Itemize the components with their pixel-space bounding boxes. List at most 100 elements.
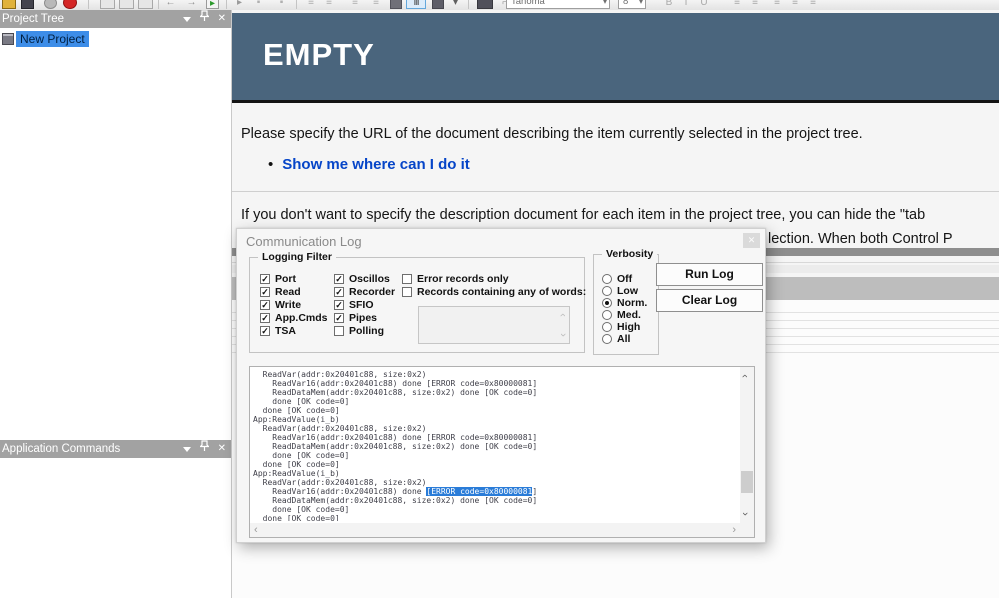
scroll-up-icon[interactable]: › [740, 374, 750, 378]
show-me-link[interactable]: Show me where can I do it [282, 156, 470, 173]
checkbox-box[interactable]: ✓ [260, 313, 270, 323]
bold-button[interactable]: B [663, 0, 675, 9]
underline-button[interactable]: U [698, 0, 710, 9]
window-layout-icon-2[interactable] [119, 0, 134, 9]
scroll-down-icon[interactable]: › [740, 512, 750, 516]
run-export-icon[interactable]: ▸ [206, 0, 219, 9]
grid-view-icon[interactable] [390, 0, 402, 9]
pointer-icon[interactable]: ▸ [233, 0, 246, 9]
radio-off[interactable]: Off [602, 273, 647, 285]
log-line: App:ReadValue(i_b) [253, 469, 738, 478]
radio-med[interactable]: Med. [602, 309, 647, 321]
vertical-scrollbar[interactable]: › › [740, 367, 754, 523]
align-center-icon[interactable]: ≡ [788, 0, 802, 9]
clear-log-button[interactable]: Clear Log [656, 289, 763, 312]
checkbox-box[interactable]: ✓ [260, 287, 270, 297]
tree-item-new-project[interactable]: New Project [2, 31, 230, 47]
number-list-icon[interactable]: ≡ [748, 0, 762, 9]
window-layout-icon-1[interactable] [100, 0, 115, 9]
scroll-right-icon[interactable]: › [732, 524, 736, 537]
radio-button[interactable] [602, 322, 612, 332]
radio-norm[interactable]: Norm. [602, 297, 647, 309]
scroll-down-icon[interactable]: › [558, 333, 568, 337]
checkbox-box[interactable] [402, 287, 412, 297]
pin-icon[interactable] [200, 440, 209, 458]
signal-tool-icon-2[interactable]: ≡ [322, 0, 336, 9]
log-text[interactable]: ReadVar(addr:0x20401c88, size:0x2) ReadV… [253, 370, 738, 521]
font-size-combobox[interactable]: 8 ▾ [618, 0, 646, 9]
intro-text: Please specify the URL of the document d… [241, 126, 991, 142]
back-icon[interactable]: ← [163, 0, 178, 9]
checkbox-port[interactable]: ✓Port [260, 272, 328, 285]
open-icon[interactable] [2, 0, 16, 9]
checkbox-read[interactable]: ✓Read [260, 285, 328, 298]
radio-button[interactable] [602, 286, 612, 296]
zoom-tool-icon[interactable]: ▪ [275, 0, 288, 9]
checkbox-box[interactable]: ✓ [260, 300, 270, 310]
checkbox-recorder[interactable]: ✓Recorder [334, 285, 395, 298]
select-tool-icon[interactable]: ▪ [252, 0, 265, 9]
signal-tool-icon-1[interactable]: ≡ [304, 0, 318, 9]
chevron-down-icon[interactable] [183, 447, 191, 456]
log-line: ReadVar16(addr:0x20401c88) done [ERROR c… [253, 379, 738, 388]
align-right-icon[interactable]: ≡ [806, 0, 820, 9]
record-icon[interactable] [44, 0, 57, 9]
checkbox-error-records-only[interactable]: Error records only [402, 272, 586, 285]
checkbox-tsa[interactable]: ✓TSA [260, 324, 328, 337]
view-dropdown-caret[interactable]: ▾ [450, 0, 461, 9]
checkbox-box[interactable]: ✓ [334, 313, 344, 323]
scroll-left-icon[interactable]: ‹ [254, 524, 258, 537]
radio-high[interactable]: High [602, 321, 647, 333]
checkbox-box[interactable]: ✓ [260, 326, 270, 336]
checkbox-box[interactable]: ✓ [334, 274, 344, 284]
radio-button[interactable] [602, 298, 612, 308]
checkbox-write[interactable]: ✓Write [260, 298, 328, 311]
chevron-down-icon[interactable] [183, 17, 191, 26]
scrollbar-thumb[interactable] [741, 471, 753, 493]
radio-button[interactable] [602, 334, 612, 344]
words-filter-input[interactable]: › › [418, 306, 570, 344]
font-combobox-value: Tahoma [511, 0, 545, 7]
font-combobox[interactable]: Tahoma ▾ [506, 0, 610, 9]
checkbox-app-cmds[interactable]: ✓App.Cmds [260, 311, 328, 324]
bullet-list-icon[interactable]: ≡ [730, 0, 744, 9]
close-icon[interactable]: ✕ [218, 10, 226, 28]
signal-tool-icon-4[interactable]: ≡ [369, 0, 383, 9]
radio-low[interactable]: Low [602, 285, 647, 297]
tree-item-label[interactable]: New Project [16, 31, 89, 47]
window-layout-icon-3[interactable] [138, 0, 153, 9]
checkbox-box[interactable]: ✓ [260, 274, 270, 284]
checkbox-box[interactable]: ✓ [334, 287, 344, 297]
monitor-icon[interactable] [477, 0, 493, 9]
oscilloscope-view-button[interactable]: ‖‖ [406, 0, 426, 9]
checkbox-oscillos[interactable]: ✓Oscillos [334, 272, 395, 285]
checkbox-box[interactable] [334, 326, 344, 336]
log-output-area[interactable]: ReadVar(addr:0x20401c88, size:0x2) ReadV… [249, 366, 755, 538]
radio-button[interactable] [602, 274, 612, 284]
radio-all[interactable]: All [602, 333, 647, 345]
stop-icon[interactable] [63, 0, 77, 9]
checkbox-sfio[interactable]: ✓SFIO [334, 298, 395, 311]
checkbox-pipes[interactable]: ✓Pipes [334, 311, 395, 324]
checkbox-box[interactable] [402, 274, 412, 284]
run-log-button[interactable]: Run Log [656, 263, 763, 286]
chevron-down-icon[interactable]: ▾ [639, 0, 643, 6]
checkbox-records-containing-any-of-words[interactable]: Records containing any of words: [402, 285, 586, 298]
close-icon[interactable]: ✕ [743, 233, 760, 248]
radio-label: Low [617, 285, 638, 297]
save-icon[interactable] [21, 0, 34, 9]
forward-icon[interactable]: → [184, 0, 199, 9]
italic-button[interactable]: I [681, 0, 691, 9]
close-icon[interactable]: ✕ [218, 440, 226, 458]
checkbox-polling[interactable]: Polling [334, 324, 395, 337]
chart-view-icon[interactable] [432, 0, 444, 9]
radio-button[interactable] [602, 310, 612, 320]
page-title: EMPTY [263, 37, 375, 73]
chevron-down-icon[interactable]: ▾ [603, 0, 607, 6]
checkbox-box[interactable]: ✓ [334, 300, 344, 310]
align-left-icon[interactable]: ≡ [770, 0, 784, 9]
horizontal-scrollbar[interactable]: ‹ › [250, 523, 740, 537]
pin-icon[interactable] [200, 10, 209, 28]
scroll-up-icon[interactable]: › [558, 313, 568, 317]
signal-tool-icon-3[interactable]: ≡ [348, 0, 362, 9]
